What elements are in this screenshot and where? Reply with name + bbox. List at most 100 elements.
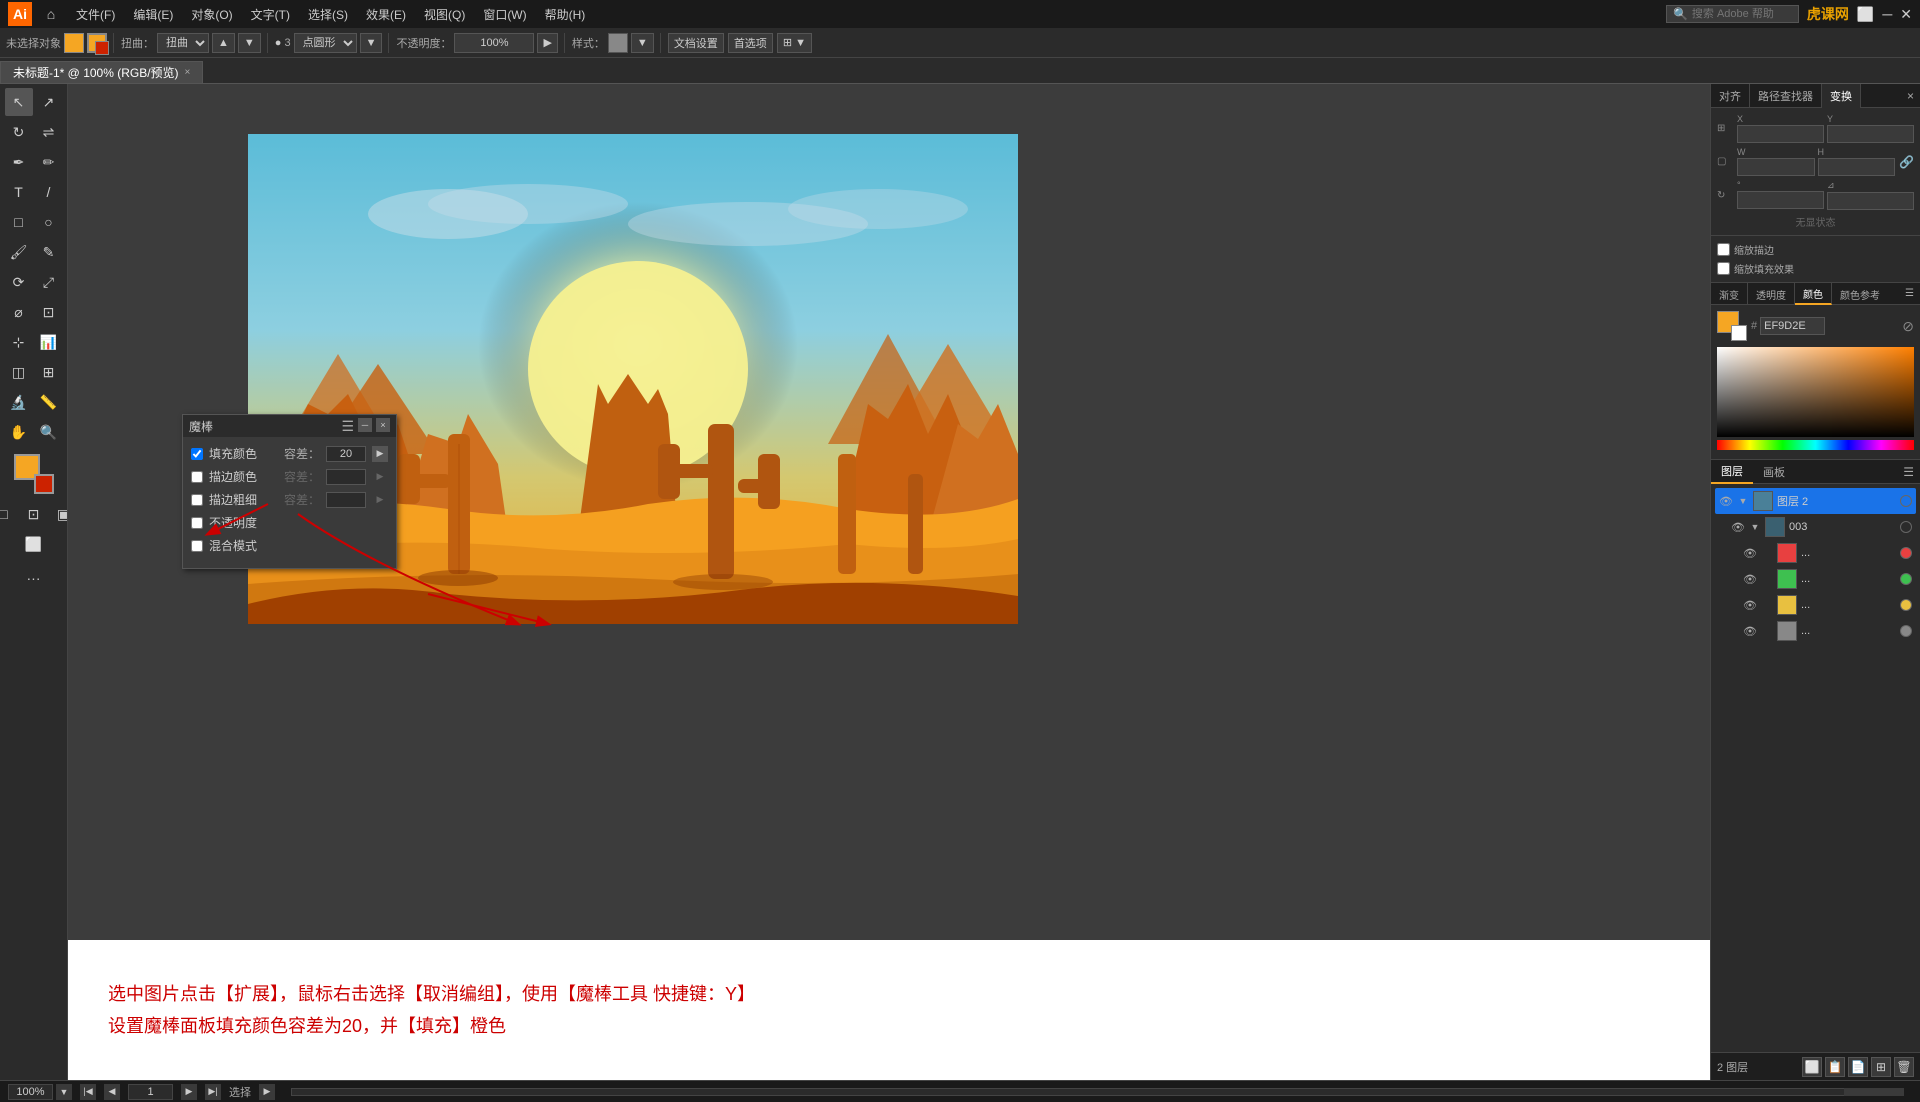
layer-expand-red[interactable] xyxy=(1761,547,1773,559)
fill-tolerance-input[interactable] xyxy=(326,446,366,462)
new-sublayer-btn[interactable]: 📋 xyxy=(1825,1057,1845,1077)
pathfinder-tab[interactable]: 路径查找器 xyxy=(1750,84,1822,108)
y-input[interactable] xyxy=(1827,125,1914,143)
last-page-btn[interactable]: ▶| xyxy=(205,1084,221,1100)
color-bg-swatch[interactable] xyxy=(1731,325,1747,341)
scroll-thumb[interactable] xyxy=(1844,1088,1904,1096)
x-input[interactable] xyxy=(1737,125,1824,143)
direct-select-btn[interactable]: ↗ xyxy=(35,88,63,116)
brush-shape-select[interactable]: 点圆形 xyxy=(294,33,357,53)
symbol-tool-btn[interactable]: ⊹ xyxy=(5,328,33,356)
selection-tool-btn[interactable]: ↖ xyxy=(5,88,33,116)
blend-mode-checkbox[interactable] xyxy=(191,540,203,552)
lock-aspect-btn[interactable]: 🔗 xyxy=(1899,155,1914,169)
warp-down-btn[interactable]: ▼ xyxy=(238,33,261,53)
menu-edit[interactable]: 编辑(E) xyxy=(125,4,181,25)
rect-tool-btn[interactable]: □ xyxy=(5,208,33,236)
menu-help[interactable]: 帮助(H) xyxy=(537,4,594,25)
layer-vis-btn-gray[interactable]: 👁 xyxy=(1743,624,1757,638)
brush-arrow-btn[interactable]: ▼ xyxy=(360,33,383,53)
transparency-tab[interactable]: 透明度 xyxy=(1748,283,1795,305)
rotate2-tool-btn[interactable]: ⟳ xyxy=(5,268,33,296)
pen-tool-btn[interactable]: ✒ xyxy=(5,148,33,176)
layer-expand-2[interactable]: ▼ xyxy=(1737,495,1749,507)
menu-object[interactable]: 对象(O) xyxy=(183,4,240,25)
warp-select[interactable]: 扭曲 xyxy=(157,33,209,53)
color-spectrum[interactable] xyxy=(1717,347,1914,437)
scale-tool-btn[interactable]: ⤢ xyxy=(35,268,63,296)
stroke-weight-arrow-btn[interactable]: ▶ xyxy=(372,492,388,508)
menu-file[interactable]: 文件(F) xyxy=(68,4,123,25)
prev-page-btn[interactable]: ◀ xyxy=(104,1084,120,1100)
menu-window[interactable]: 窗口(W) xyxy=(475,4,534,25)
type-tool-btn[interactable]: T xyxy=(5,178,33,206)
screen-mode-btn[interactable]: ⬜ xyxy=(20,530,48,558)
layer-item-gray[interactable]: 👁 ... xyxy=(1715,618,1916,644)
rotate-tool-btn[interactable]: ↻ xyxy=(5,118,33,146)
fill-color-checkbox[interactable] xyxy=(191,448,203,460)
artboard-tab[interactable]: 画板 xyxy=(1753,460,1795,484)
color-reference-tab[interactable]: 颜色参考 xyxy=(1832,283,1888,305)
inside-mode-btn[interactable]: ▣ xyxy=(50,500,69,528)
menu-type[interactable]: 文字(T) xyxy=(243,4,298,25)
color-tab[interactable]: 颜色 xyxy=(1795,283,1832,305)
mesh-tool-btn[interactable]: ⊞ xyxy=(35,358,63,386)
measure-tool-btn[interactable]: 📏 xyxy=(35,388,63,416)
close-icon[interactable]: ✕ xyxy=(1900,6,1912,23)
opacity-input[interactable] xyxy=(454,33,534,53)
menu-select[interactable]: 选择(S) xyxy=(300,4,356,25)
layer-vis-btn-2[interactable]: 👁 xyxy=(1719,494,1733,508)
hex-input[interactable] xyxy=(1760,317,1825,335)
angle-input[interactable] xyxy=(1737,191,1824,209)
color-panel-options-btn[interactable]: ☰ xyxy=(1899,283,1920,304)
layer-expand-003[interactable]: ▼ xyxy=(1749,521,1761,533)
behind-mode-btn[interactable]: ⊡ xyxy=(20,500,48,528)
make-layer-clip-btn[interactable]: ⬜ xyxy=(1802,1057,1822,1077)
scale-strokes-cb[interactable] xyxy=(1717,243,1730,256)
layers-tab[interactable]: 图层 xyxy=(1711,460,1753,484)
layer-expand-gray[interactable] xyxy=(1761,625,1773,637)
new-layer-btn[interactable]: 📄 xyxy=(1848,1057,1868,1077)
preferences-btn[interactable]: 首选项 xyxy=(728,33,773,53)
opacity-checkbox[interactable] xyxy=(191,517,203,529)
layers-options-btn[interactable]: ☰ xyxy=(1897,460,1920,483)
no-color-icon[interactable]: ⊘ xyxy=(1902,318,1914,335)
search-box[interactable]: 🔍 xyxy=(1666,5,1799,23)
style-swatch[interactable] xyxy=(608,33,628,53)
stroke-weight-checkbox[interactable] xyxy=(191,494,203,506)
document-tab[interactable]: 未标题-1* @ 100% (RGB/预览) × xyxy=(0,61,203,83)
more-icon[interactable]: ··· xyxy=(20,564,48,592)
home-icon[interactable]: ⌂ xyxy=(40,3,62,25)
zoom-down-btn[interactable]: ▼ xyxy=(56,1084,72,1100)
layer-item-2[interactable]: 👁 ▼ 图层 2 xyxy=(1715,488,1916,514)
shear-input[interactable] xyxy=(1827,192,1914,210)
menu-effect[interactable]: 效果(E) xyxy=(358,4,414,25)
layer-expand-yellow[interactable] xyxy=(1761,599,1773,611)
layer-item-green[interactable]: 👁 ... xyxy=(1715,566,1916,592)
first-page-btn[interactable]: |◀ xyxy=(80,1084,96,1100)
maximize-icon[interactable]: ⬜ xyxy=(1857,6,1874,23)
fill-tolerance-arrow-btn[interactable]: ▶ xyxy=(372,446,388,462)
stroke-tolerance-arrow-btn[interactable]: ▶ xyxy=(372,469,388,485)
play-btn[interactable]: ▶ xyxy=(259,1084,275,1100)
layer-vis-btn-003[interactable]: 👁 xyxy=(1731,520,1745,534)
panel-titlebar[interactable]: 魔棒 ☰ ─ × xyxy=(183,415,396,437)
panel-options-btn[interactable]: ☰ xyxy=(341,418,354,435)
h-input[interactable] xyxy=(1818,158,1896,176)
scroll-track[interactable] xyxy=(291,1088,1904,1096)
arrange-btn[interactable]: ⊞ ▼ xyxy=(777,33,812,53)
reflect-tool-btn[interactable]: ⇌ xyxy=(35,118,63,146)
more-tools-btn[interactable]: ··· xyxy=(20,564,48,592)
layer-item-red[interactable]: 👁 ... xyxy=(1715,540,1916,566)
right-panel-close-btn[interactable]: × xyxy=(1901,84,1920,107)
pencil-tool-btn[interactable]: ✎ xyxy=(35,238,63,266)
minimize-icon[interactable]: ─ xyxy=(1882,6,1892,22)
hue-bar[interactable] xyxy=(1717,440,1914,450)
stroke-color-checkbox[interactable] xyxy=(191,471,203,483)
layer-item-003[interactable]: 👁 ▼ 003 xyxy=(1715,514,1916,540)
transform-tab[interactable]: 变换 xyxy=(1822,84,1861,108)
free-transform-btn[interactable]: ⊡ xyxy=(35,298,63,326)
opacity-arrow-btn[interactable]: ▶ xyxy=(537,33,557,53)
appearance-tab[interactable]: 渐变 xyxy=(1711,283,1748,305)
zoom-tool-btn[interactable]: 🔍 xyxy=(35,418,63,446)
